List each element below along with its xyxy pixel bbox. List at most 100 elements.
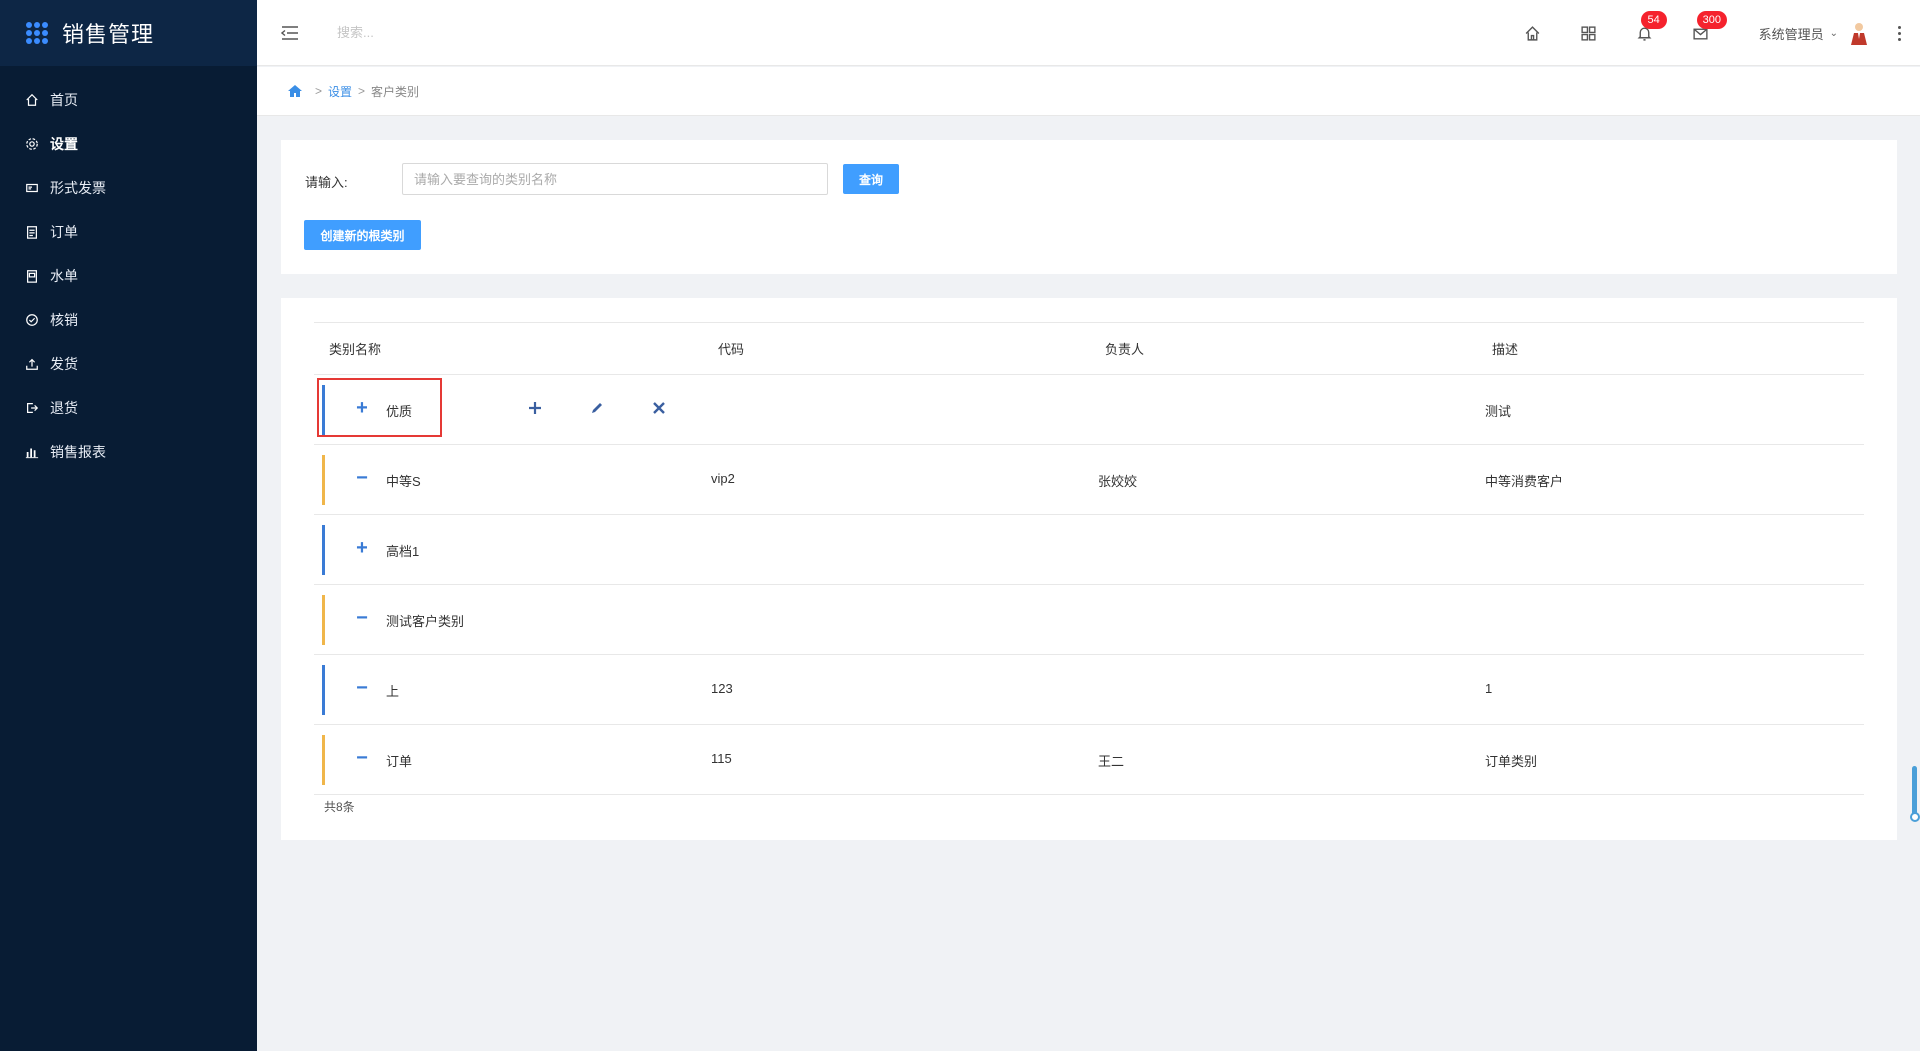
collapse-icon[interactable]: − <box>352 677 372 699</box>
chevron-down-icon: ⌄ <box>1829 27 1838 39</box>
more-vertical-icon[interactable] <box>1896 24 1902 42</box>
table-row[interactable]: − 中等S vip2 张姣姣 中等消费客户 <box>314 445 1864 515</box>
row-indicator-bar <box>322 525 325 575</box>
breadcrumb-separator: > <box>358 84 366 98</box>
query-button[interactable]: 查询 <box>843 164 899 194</box>
sidebar-item-home[interactable]: 首页 <box>0 78 257 122</box>
expand-icon[interactable]: + <box>352 537 372 559</box>
app-title: 销售管理 <box>62 22 155 47</box>
menu-toggle-icon[interactable] <box>279 22 301 44</box>
breadcrumb-settings[interactable]: 设置 <box>328 83 352 100</box>
receipt-icon <box>24 268 40 284</box>
category-owner: 王二 <box>1098 754 1125 769</box>
table-row[interactable]: + 优质 测试 <box>314 375 1864 445</box>
invoice-icon <box>24 180 40 196</box>
collapse-icon[interactable]: − <box>352 467 372 489</box>
row-indicator-bar <box>322 665 325 715</box>
clipboard-icon <box>24 224 40 240</box>
category-search-input[interactable] <box>402 163 828 195</box>
category-table-panel: 类别名称 代码 负责人 描述 + 优质 测试 − 中等S vip2 张姣姣 中等… <box>281 298 1897 840</box>
query-panel: 请输入: 查询 创建新的根类别 <box>281 140 1897 274</box>
expand-icon[interactable]: + <box>352 397 372 419</box>
category-name: 测试客户类别 <box>386 614 465 629</box>
bar-chart-icon <box>24 444 40 460</box>
query-label: 请输入: <box>305 175 348 190</box>
sidebar-item-writeoff[interactable]: 核销 <box>0 298 257 342</box>
category-code: 123 <box>711 681 733 696</box>
apps-icon[interactable] <box>1579 23 1599 43</box>
selection-highlight <box>317 378 442 437</box>
category-desc: 订单类别 <box>1485 754 1538 769</box>
category-desc: 1 <box>1485 681 1493 696</box>
column-header-desc: 描述 <box>1492 342 1519 357</box>
table-row[interactable]: − 测试客户类别 <box>314 585 1864 655</box>
category-code: 115 <box>711 751 732 766</box>
row-indicator-bar <box>322 735 325 785</box>
add-child-icon[interactable] <box>524 397 546 419</box>
user-name: 系统管理员 <box>1758 26 1824 42</box>
row-indicator-bar <box>322 595 325 645</box>
mail-icon[interactable]: 300 <box>1691 11 1727 43</box>
row-indicator-bar <box>322 455 325 505</box>
category-name: 中等S <box>386 474 421 489</box>
apps-grid-icon <box>26 22 48 44</box>
table-row[interactable]: − 上 123 1 <box>314 655 1864 725</box>
breadcrumb-separator: > <box>315 84 323 98</box>
collapse-icon[interactable]: − <box>352 607 372 629</box>
edit-pencil-icon[interactable] <box>586 397 608 419</box>
sidebar: 销售管理 首页 设置 形式发票 订单 水单 核销 发货 退货 销售报表 <box>0 0 257 1051</box>
upload-icon <box>24 356 40 372</box>
create-root-category-button[interactable]: 创建新的根类别 <box>304 220 421 250</box>
brand: 销售管理 <box>0 0 257 66</box>
sidebar-item-orders[interactable]: 订单 <box>0 210 257 254</box>
category-desc: 测试 <box>1485 404 1512 419</box>
collapse-icon[interactable]: − <box>352 747 372 769</box>
table-header: 类别名称 代码 负责人 描述 <box>314 322 1864 375</box>
sidebar-item-shipping[interactable]: 发货 <box>0 342 257 386</box>
category-table: 类别名称 代码 负责人 描述 + 优质 测试 − 中等S vip2 张姣姣 中等… <box>314 322 1864 795</box>
table-row[interactable]: − 订单 115 王二 订单类别 <box>314 725 1864 795</box>
sidebar-item-label: 销售报表 <box>50 444 106 460</box>
sidebar-item-label: 水单 <box>50 268 78 284</box>
sidebar-item-receipts[interactable]: 水单 <box>0 254 257 298</box>
notification-badge: 54 <box>1640 11 1667 29</box>
sidebar-item-label: 设置 <box>50 136 78 152</box>
sidebar-item-label: 核销 <box>50 312 78 328</box>
category-code: vip2 <box>711 471 735 486</box>
sidebar-item-label: 首页 <box>50 92 78 108</box>
header-search-input[interactable] <box>337 25 537 40</box>
category-owner: 张姣姣 <box>1098 474 1138 489</box>
sidebar-item-returns[interactable]: 退货 <box>0 386 257 430</box>
sidebar-item-invoice[interactable]: 形式发票 <box>0 166 257 210</box>
sidebar-item-label: 退货 <box>50 400 78 416</box>
category-name: 优质 <box>386 404 413 419</box>
category-name: 高档1 <box>386 544 420 559</box>
home-icon[interactable] <box>1523 23 1543 43</box>
table-row[interactable]: + 高档1 <box>314 515 1864 585</box>
column-header-name: 类别名称 <box>329 342 382 357</box>
sidebar-item-sales-report[interactable]: 销售报表 <box>0 430 257 474</box>
sidebar-item-settings[interactable]: 设置 <box>0 122 257 166</box>
user-menu[interactable]: 系统管理员 ⌄ <box>1759 21 1870 45</box>
check-circle-icon <box>24 312 40 328</box>
logout-icon <box>24 400 40 416</box>
home-icon[interactable] <box>287 83 303 99</box>
scrollbar-handle[interactable] <box>1910 812 1920 822</box>
home-icon <box>24 92 40 108</box>
bell-icon[interactable]: 54 <box>1635 11 1667 43</box>
top-header: 54 300 系统管理员 ⌄ <box>257 0 1920 66</box>
total-count: 共8条 <box>324 800 355 814</box>
header-actions: 54 300 系统管理员 ⌄ <box>1505 0 1902 66</box>
row-indicator-bar <box>322 385 325 435</box>
sidebar-item-label: 订单 <box>50 224 78 240</box>
column-header-owner: 负责人 <box>1105 342 1145 357</box>
row-actions <box>524 397 710 419</box>
breadcrumb-current: 客户类别 <box>371 84 420 99</box>
category-name: 上 <box>386 684 400 699</box>
breadcrumb: > 设置 > 客户类别 <box>257 67 1920 116</box>
message-badge: 300 <box>1696 11 1727 29</box>
sidebar-item-label: 发货 <box>50 356 78 372</box>
category-desc: 中等消费客户 <box>1485 474 1564 489</box>
sidebar-item-label: 形式发票 <box>50 180 106 196</box>
delete-x-icon[interactable] <box>648 397 670 419</box>
